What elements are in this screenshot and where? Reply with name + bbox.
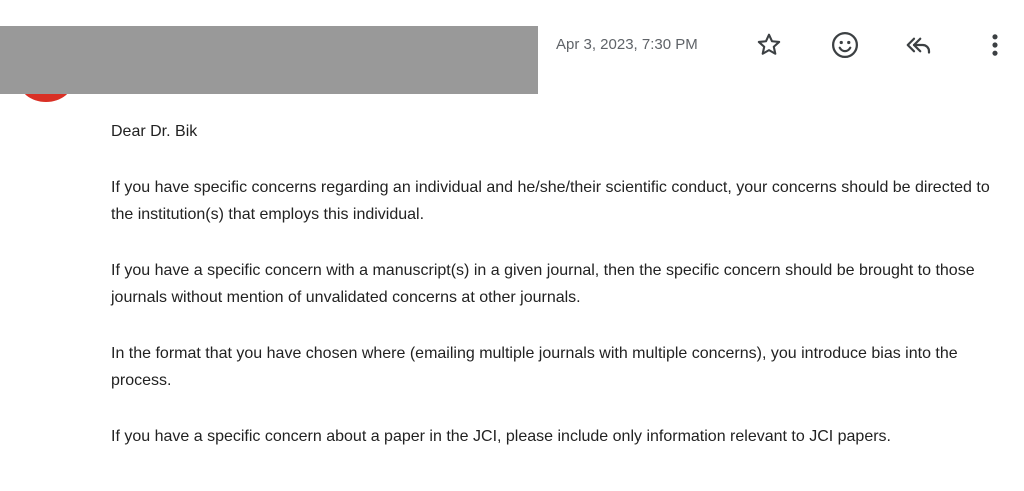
more-options-button[interactable]	[978, 28, 1012, 62]
email-body: Dear Dr. Bik If you have specific concer…	[111, 118, 1011, 479]
more-vert-icon	[992, 34, 998, 56]
email-paragraph: If you have specific concerns regarding …	[111, 179, 990, 223]
reply-all-icon	[906, 37, 931, 54]
reply-all-button[interactable]	[902, 28, 936, 62]
emoji-icon	[832, 32, 858, 58]
redacted-sender-block	[0, 26, 538, 94]
star-icon	[757, 33, 781, 55]
email-greeting: Dear Dr. Bik	[111, 123, 198, 140]
email-timestamp: Apr 3, 2023, 7:30 PM	[556, 36, 698, 53]
add-reaction-button[interactable]	[828, 28, 862, 62]
email-paragraph: If you have a specific concern with a ma…	[111, 262, 975, 306]
email-paragraph: If you have a specific concern about a p…	[111, 428, 891, 445]
star-button[interactable]	[752, 28, 786, 62]
email-paragraph: In the format that you have chosen where…	[111, 345, 958, 389]
email-view: Apr 3, 2023, 7:30 PM Dear Dr. Bik If you…	[0, 0, 1024, 491]
